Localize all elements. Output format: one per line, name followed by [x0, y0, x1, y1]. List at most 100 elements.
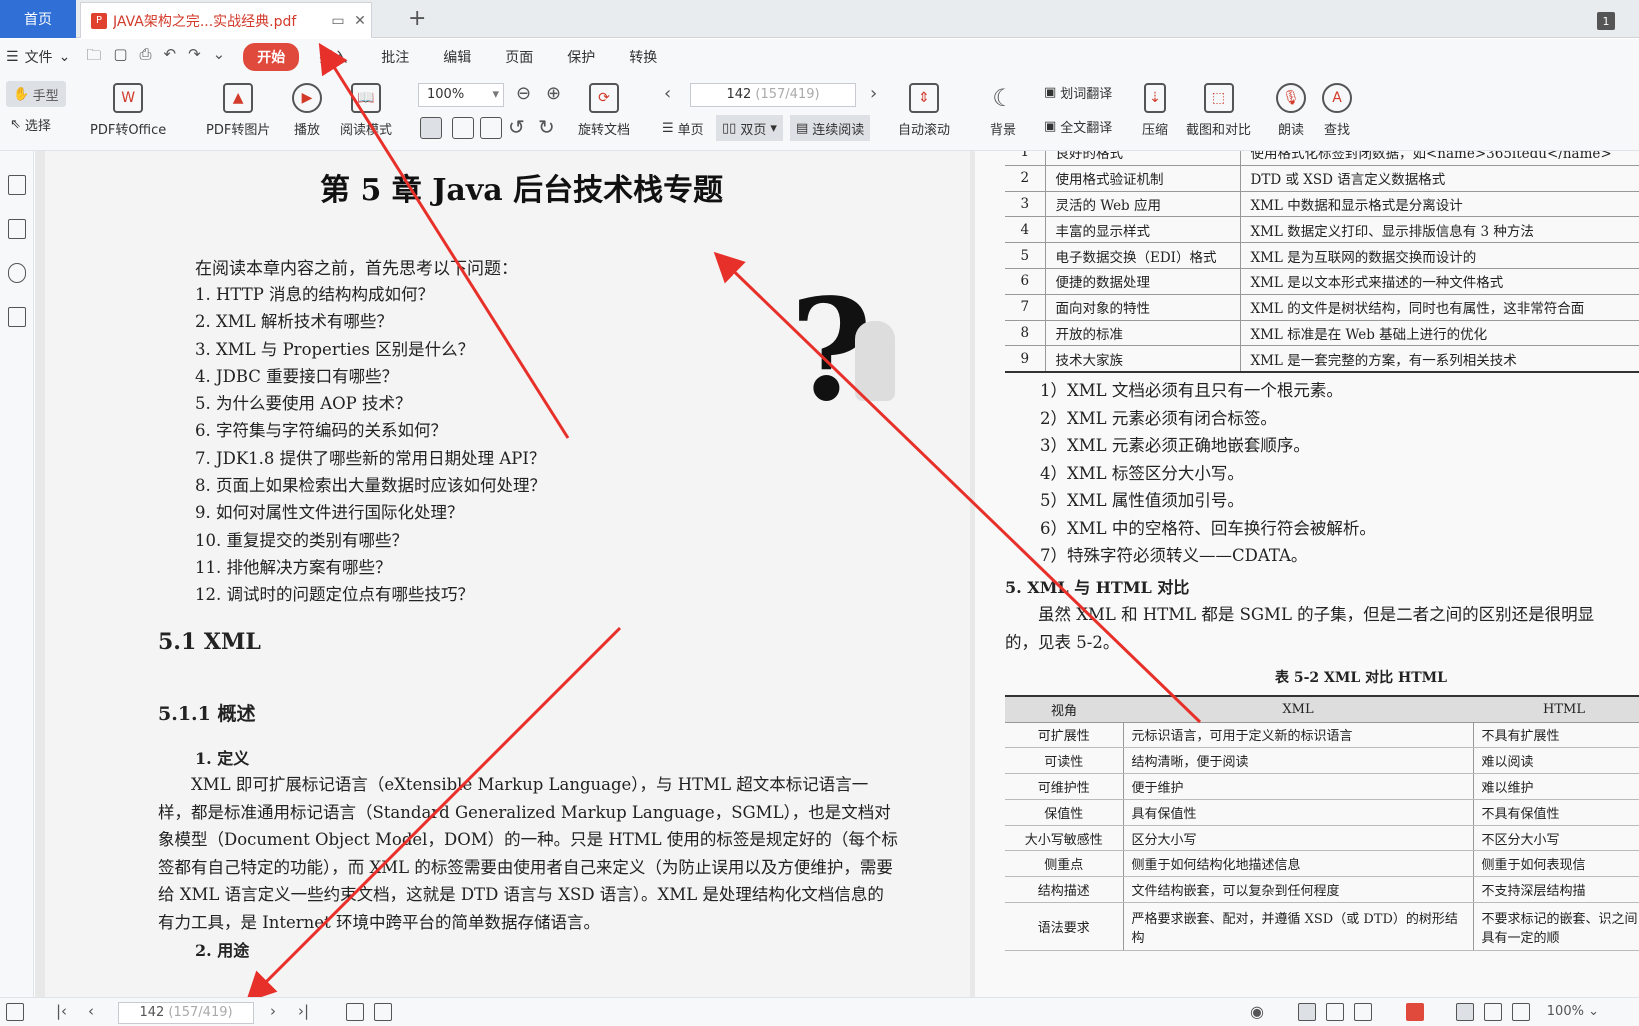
table-row: 4 丰富的显示样式 XML 数据定义打印、显示排版信息有 3 种方法 [1005, 216, 1639, 243]
status-zoom[interactable]: 100% ⌄ [1547, 1004, 1599, 1019]
page-number-input[interactable]: 142 (157/419) [690, 83, 856, 107]
autoscroll-button[interactable]: ⇕ 自动滚动 [898, 83, 950, 138]
actual-size-icon[interactable] [1456, 1003, 1474, 1021]
list-item: 7）特殊字符必须转义——CDATA。 [1040, 546, 1308, 565]
menu-start[interactable]: 开始 [243, 43, 300, 71]
tab-bar: 首页 P JAVA架构之完...实战经典.pdf ▭ ✕ + 1 [0, 0, 1639, 38]
chevron-down-icon[interactable]: ⌄ [213, 45, 226, 70]
background-button[interactable]: ☾ 背景 [988, 83, 1018, 138]
attachment-icon[interactable] [7, 263, 26, 283]
full-translate-button[interactable]: ▣ 全文翻译 [1044, 117, 1112, 136]
redo-icon[interactable]: ↷ [188, 45, 201, 70]
fit-width-icon[interactable] [480, 117, 502, 139]
menu-protect[interactable]: 保护 [553, 43, 609, 71]
save-icon[interactable]: ▢ [113, 45, 127, 70]
actual-size-icon[interactable] [420, 117, 442, 139]
double-page-icon: ▯▯ [722, 120, 737, 136]
last-page-icon[interactable]: ›| [298, 1002, 309, 1020]
hand-tool-button[interactable]: ✋ 手型 [6, 81, 66, 107]
window-count-badge[interactable]: 1 [1597, 12, 1615, 30]
zoom-in-icon[interactable]: ⊕ [546, 83, 561, 104]
signature-icon[interactable] [7, 307, 26, 327]
status-page-input[interactable]: 142 (157/419) [118, 1002, 254, 1024]
thumbnails-icon[interactable] [7, 219, 26, 239]
file-menu[interactable]: ☰ 文件 ⌄ [6, 47, 70, 67]
rotate-document-button[interactable]: ⟳ 旋转文档 [578, 83, 630, 138]
bookmark-icon[interactable] [7, 175, 26, 195]
pdf-to-image-button[interactable]: ▲ PDF转图片 [206, 83, 270, 138]
chapter-title: 第 5 章 Java 后台技术栈专题 [320, 173, 724, 208]
table-cell: 元标识语言，可用于定义新的标识语言 [1123, 722, 1474, 749]
fit-page-icon[interactable] [1484, 1003, 1502, 1021]
menu-bar: ☰ 文件 ⌄ 🗀 ▢ ⎙ ↶ ↷ ⌄ 开始 插入 批注 编辑 页面 保护 转换 [0, 39, 1639, 75]
double-page-button[interactable]: ▯▯ 双页 ▾ [716, 115, 783, 141]
menu-page[interactable]: 页面 [491, 43, 547, 71]
chevron-down-icon: ▾ [492, 87, 499, 102]
menu-edit[interactable]: 编辑 [429, 43, 485, 71]
undo-icon[interactable]: ↶ [164, 45, 177, 70]
left-sidebar [0, 151, 34, 997]
screenshot-icon: ⬚ [1203, 83, 1234, 113]
pdf-to-office-button[interactable]: W PDF转Office [90, 83, 166, 138]
screenshot-compare-button[interactable]: ⬚ 截图和对比 [1186, 83, 1251, 138]
table-cell: 可读性 [1005, 747, 1124, 775]
continuous-view-icon[interactable] [1298, 1003, 1316, 1021]
list-item: 1. HTTP 消息的结构构成如何？ [195, 285, 435, 304]
double-page-label: 双页 [740, 122, 767, 138]
single-page-icon: ☰ [662, 120, 674, 136]
zoom-select[interactable]: 100% ▾ [418, 83, 504, 107]
find-label: 查找 [1323, 123, 1350, 138]
table-caption: 表 5-2 XML 对比 HTML [1275, 670, 1447, 686]
zoom-out-icon[interactable]: ⊖ [516, 83, 531, 104]
single-page-button[interactable]: ☰ 单页 [656, 115, 710, 141]
read-mode-label: 阅读模式 [340, 123, 393, 138]
document-viewer[interactable]: 第 5 章 Java 后台技术栈专题 在阅读本章内容之前，首先思考以下问题： 1… [35, 151, 1639, 997]
list-item: 6. 字符集与字符编码的关系如何？ [195, 421, 447, 441]
table-row: 语法要求 严格要求嵌套、配对，并遵循 XSD（或 DTD）的树形结构 不要求标记的嵌… [1005, 902, 1639, 952]
pin-icon[interactable]: ▭ [327, 10, 349, 32]
fit-width-icon[interactable] [1512, 1003, 1530, 1021]
tab-home[interactable]: 首页 [0, 0, 76, 38]
forward-icon[interactable] [374, 1003, 392, 1021]
book-icon: 📖 [351, 83, 381, 113]
play-icon[interactable] [1406, 1003, 1424, 1021]
fit-page-icon[interactable] [452, 117, 474, 139]
print-icon[interactable]: ⎙ [140, 45, 152, 70]
find-button[interactable]: A 查找 [1322, 83, 1352, 138]
menu-annotate[interactable]: 批注 [367, 43, 423, 71]
rotate-right-icon[interactable]: ↻ [538, 115, 555, 139]
single-view-icon[interactable] [1326, 1003, 1344, 1021]
read-aloud-button[interactable]: 🎙 朗读 [1276, 83, 1306, 138]
word-translate-button[interactable]: ▣ 划词翻译 [1044, 83, 1112, 102]
eye-icon[interactable]: ◉ [1250, 1002, 1264, 1021]
prev-page-icon[interactable]: ‹ [88, 1002, 94, 1020]
next-page-icon[interactable]: › [870, 83, 877, 104]
double-view-icon[interactable] [1354, 1003, 1372, 1021]
play-button[interactable]: ▶ 播放 [292, 83, 322, 138]
rotate-left-icon[interactable]: ↺ [508, 115, 525, 139]
full-translate-label: 全文翻译 [1060, 121, 1113, 136]
first-page-icon[interactable]: |‹ [56, 1002, 67, 1020]
open-folder-icon[interactable]: 🗀 [86, 45, 101, 70]
select-tool-button[interactable]: ⇖ 选择 [10, 115, 51, 134]
table-cell: XML 是一套完整的方案，有一系列相关技术 [1240, 345, 1639, 373]
status-page-current: 142 [139, 1005, 165, 1020]
next-page-icon[interactable]: › [270, 1002, 276, 1020]
prev-page-icon[interactable]: ‹ [664, 83, 671, 104]
zoom-value: 100% [427, 87, 465, 102]
sidebar-toggle-icon[interactable] [6, 1003, 24, 1021]
questions-intro: 在阅读本章内容之前，首先思考以下问题： [195, 259, 518, 279]
read-aloud-label: 朗读 [1277, 123, 1304, 138]
menu-insert[interactable]: 插入 [305, 43, 361, 71]
compress-button[interactable]: ⇣ 压缩 [1142, 83, 1168, 138]
back-icon[interactable] [346, 1003, 364, 1021]
new-tab-button[interactable]: + [408, 6, 426, 31]
read-mode-button[interactable]: 📖 阅读模式 [340, 83, 392, 138]
compress-icon: ⇣ [1144, 83, 1166, 113]
continuous-read-button[interactable]: ▤ 连续阅读 [790, 115, 871, 141]
menu-convert[interactable]: 转换 [615, 43, 671, 71]
thinking-figure-illustration [855, 321, 895, 401]
tab-document[interactable]: P JAVA架构之完...实战经典.pdf ▭ ✕ [80, 2, 372, 38]
table-cell: 电子数据交换（EDI）格式 [1045, 242, 1241, 269]
close-icon[interactable]: ✕ [349, 10, 371, 32]
